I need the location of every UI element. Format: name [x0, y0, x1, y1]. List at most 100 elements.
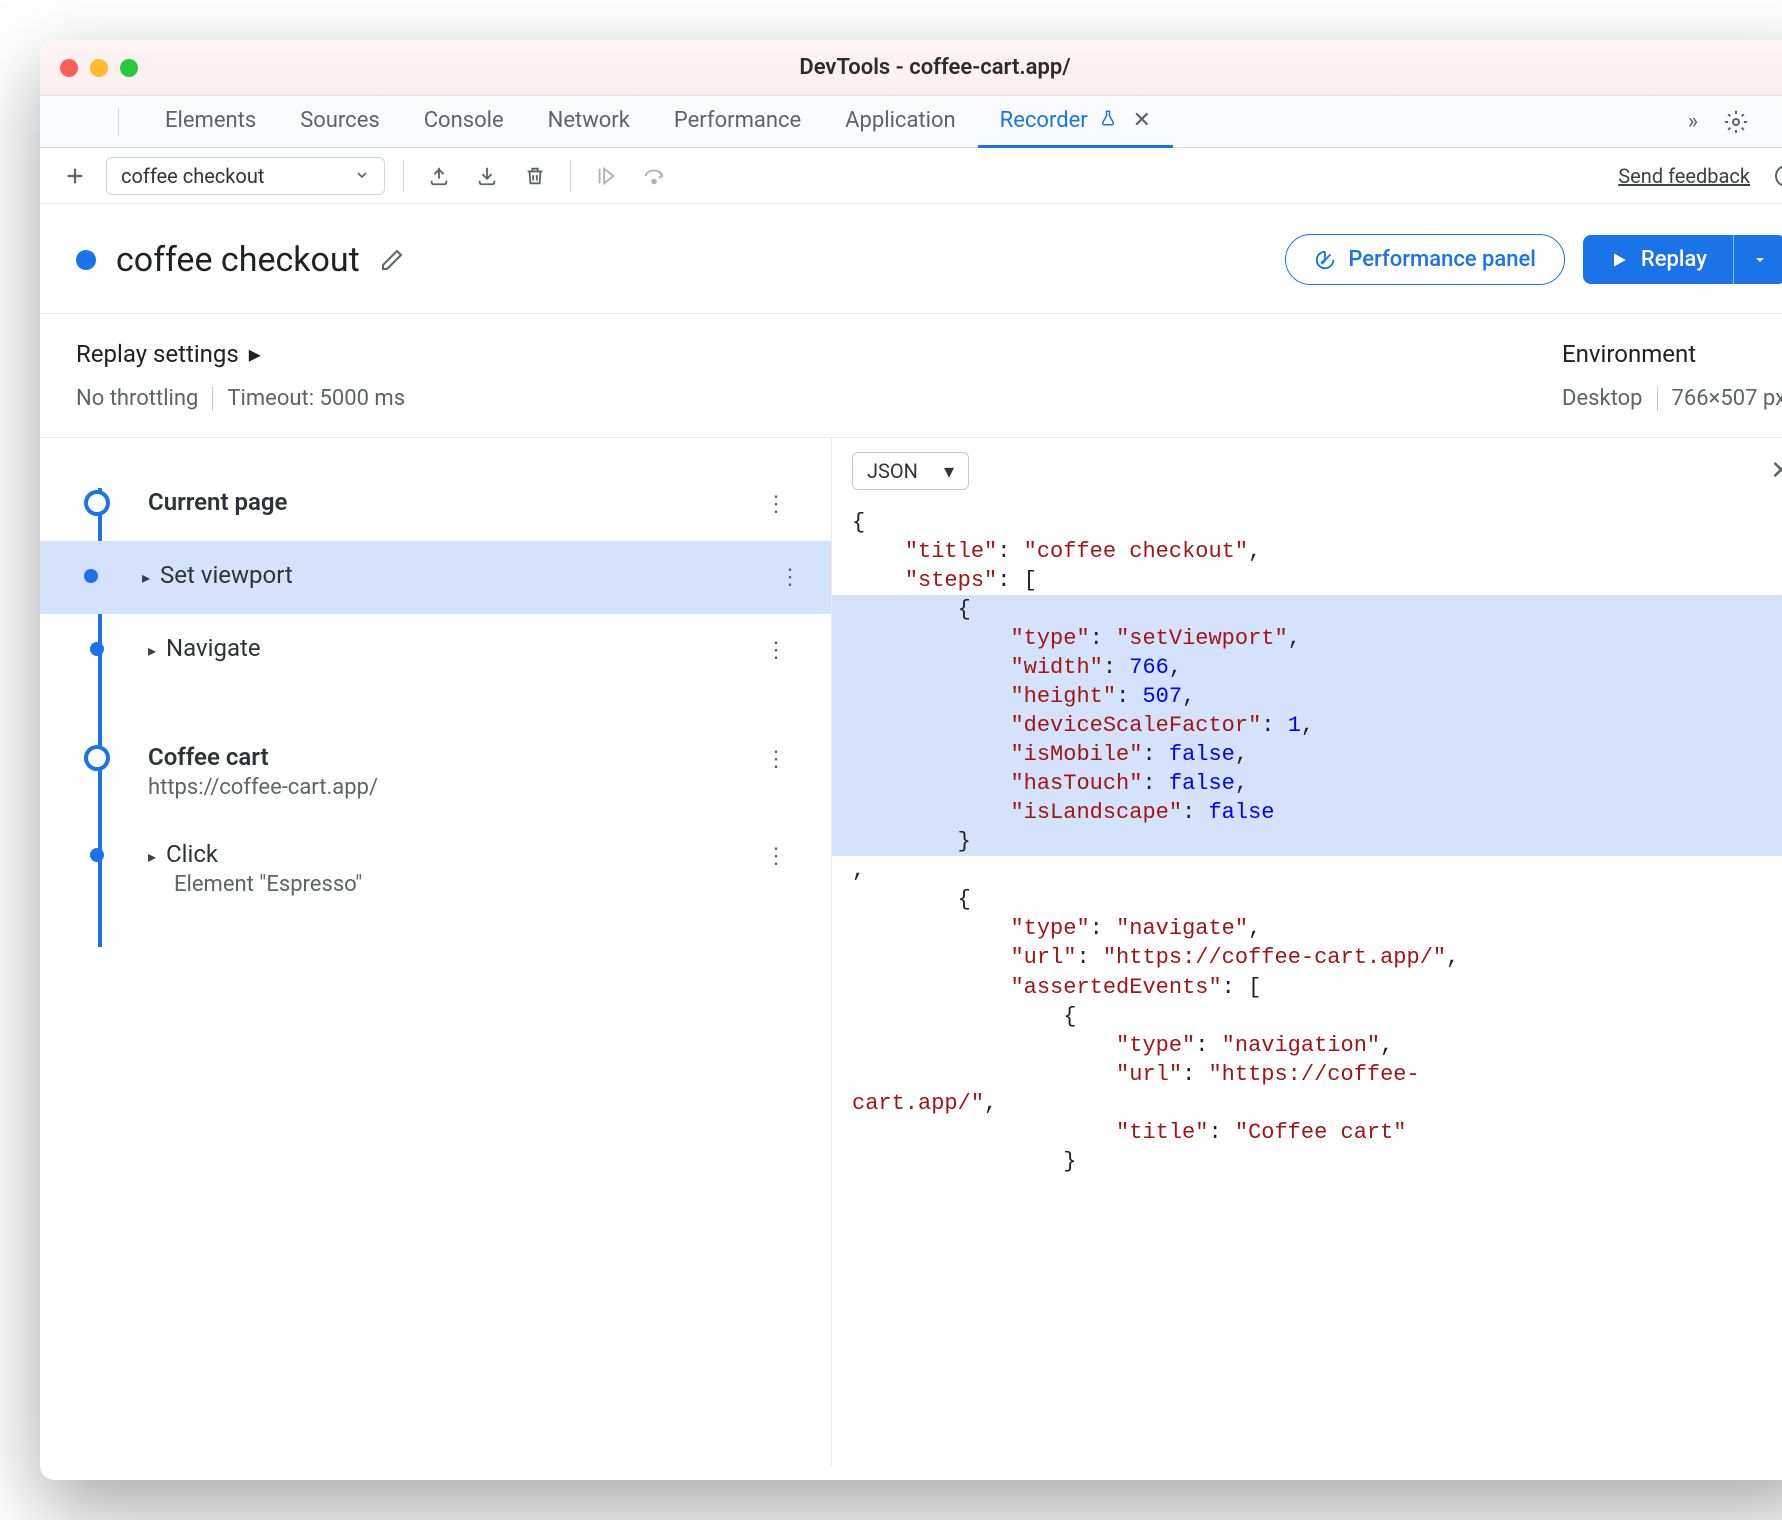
chevron-right-icon: ▸ [142, 568, 150, 587]
titlebar: DevTools - coffee-cart.app/ [40, 40, 1782, 96]
code-token: "hasTouch" [1010, 771, 1142, 796]
code-token: cart.app/" [852, 1091, 984, 1116]
code-token: "setViewport" [1116, 626, 1288, 651]
code-token: "isMobile" [1010, 742, 1142, 767]
code-token: "url" [1010, 945, 1076, 970]
main-panel: Current page ⋮ ▸ Set viewport ⋮ ▸ Navigate [40, 438, 1782, 1466]
step-title: Coffee cart [148, 743, 755, 771]
tab-elements[interactable]: Elements [143, 96, 278, 148]
code-pane[interactable]: JSON ▾ ✕ { "title": "coffee checkout", "… [832, 438, 1782, 1466]
tab-bar: Elements Sources Console Network Perform… [40, 96, 1782, 148]
tab-network[interactable]: Network [526, 96, 652, 148]
inspect-icon[interactable] [58, 116, 70, 128]
step-marker-icon [84, 490, 110, 516]
step-menu-icon[interactable]: ⋮ [755, 488, 797, 521]
step-over-icon[interactable] [637, 159, 671, 193]
code-token: "https://coffee- [1208, 1062, 1419, 1087]
step-marker-icon [84, 569, 98, 583]
import-icon[interactable] [470, 159, 504, 193]
steps-pane[interactable]: Current page ⋮ ▸ Set viewport ⋮ ▸ Navigate [40, 438, 832, 1466]
settings-icon[interactable] [1718, 104, 1754, 140]
step-marker-icon [90, 848, 104, 862]
code-token: "type" [1116, 1033, 1195, 1058]
step-title: Set viewport [160, 561, 293, 589]
tab-console[interactable]: Console [402, 96, 526, 148]
code-token: "deviceScaleFactor" [1010, 713, 1261, 738]
code-token: false [1169, 771, 1235, 796]
performance-panel-button[interactable]: Performance panel [1285, 234, 1565, 285]
step-navigate[interactable]: ▸Navigate ⋮ [84, 614, 811, 687]
step-title: Current page [148, 488, 755, 516]
code-token: "https://coffee-cart.app/" [1103, 945, 1446, 970]
code-token: "url" [1116, 1062, 1182, 1087]
code-body: { "title": "coffee checkout", "steps": [… [832, 504, 1782, 1206]
step-play-icon[interactable] [589, 159, 623, 193]
divider [118, 108, 119, 136]
more-tabs-icon[interactable]: » [1682, 103, 1704, 140]
code-token: 766 [1129, 655, 1169, 680]
code-token: 507 [1142, 684, 1182, 709]
tab-recorder[interactable]: Recorder ✕ [978, 96, 1173, 148]
env-device: Desktop [1562, 386, 1643, 411]
send-feedback-link[interactable]: Send feedback [1618, 164, 1750, 188]
code-token: "Coffee cart" [1235, 1120, 1407, 1145]
step-set-viewport[interactable]: ▸ Set viewport ⋮ [40, 541, 831, 614]
delete-icon[interactable] [518, 159, 552, 193]
chevron-down-icon: ▾ [944, 459, 954, 483]
chevron-down-icon [354, 164, 370, 188]
recording-dot-icon [76, 250, 96, 270]
export-icon[interactable] [422, 159, 456, 193]
step-menu-icon[interactable]: ⋮ [769, 561, 811, 594]
format-select-value: JSON [867, 459, 918, 483]
environment-label: Environment [1562, 340, 1782, 368]
step-current-page[interactable]: Current page ⋮ [84, 468, 811, 541]
step-title: Navigate [166, 634, 261, 662]
replay-dropdown[interactable] [1733, 235, 1782, 284]
code-token: "assertedEvents" [1010, 975, 1221, 1000]
tab-sources[interactable]: Sources [278, 96, 402, 148]
code-token: false [1169, 742, 1235, 767]
performance-panel-label: Performance panel [1348, 247, 1536, 272]
code-token: "type" [1010, 626, 1089, 651]
step-menu-icon[interactable]: ⋮ [755, 840, 797, 873]
recording-select-value: coffee checkout [121, 164, 264, 188]
code-token: "type" [1010, 916, 1089, 941]
code-token: "navigate" [1116, 916, 1248, 941]
throttling-value: No throttling [76, 386, 198, 411]
step-subtitle: https://coffee-cart.app/ [148, 775, 755, 800]
new-recording-icon[interactable] [58, 159, 92, 193]
format-select[interactable]: JSON ▾ [852, 452, 969, 490]
tab-performance[interactable]: Performance [652, 96, 823, 148]
step-menu-icon[interactable]: ⋮ [755, 743, 797, 776]
replay-button[interactable]: Replay [1583, 235, 1782, 284]
close-code-icon[interactable]: ✕ [1760, 452, 1782, 490]
settings-section: Replay settings ▸ No throttling Timeout:… [40, 314, 1782, 438]
step-click-espresso[interactable]: ▸Click Element "Espresso" ⋮ [84, 820, 811, 917]
recording-select[interactable]: coffee checkout [106, 157, 385, 195]
step-coffee-cart[interactable]: Coffee cart https://coffee-cart.app/ ⋮ [84, 723, 811, 820]
code-token: 1 [1288, 713, 1301, 738]
flask-icon [1099, 108, 1122, 133]
code-token: "height" [1010, 684, 1116, 709]
edit-title-icon[interactable] [374, 242, 410, 278]
kebab-icon[interactable]: ⋮ [1768, 102, 1782, 142]
chevron-right-icon: ▸ [249, 340, 261, 368]
device-toggle-icon[interactable] [88, 116, 100, 128]
replay-settings-toggle[interactable]: Replay settings ▸ [76, 340, 405, 368]
tab-close-icon[interactable]: ✕ [1133, 108, 1151, 133]
timeout-value: Timeout: 5000 ms [227, 386, 405, 411]
devtools-window: DevTools - coffee-cart.app/ Elements Sou… [40, 40, 1782, 1480]
env-size: 766×507 px [1672, 386, 1782, 411]
help-icon[interactable] [1768, 158, 1782, 194]
step-marker-icon [90, 642, 104, 656]
code-token: false [1208, 800, 1274, 825]
step-subtitle: Element "Espresso" [174, 872, 755, 897]
window-title: DevTools - coffee-cart.app/ [68, 55, 1782, 80]
code-token: "width" [1010, 655, 1102, 680]
tab-application[interactable]: Application [823, 96, 977, 148]
replay-settings-label: Replay settings [76, 340, 239, 368]
divider [403, 160, 404, 192]
code-token: "title" [905, 539, 997, 564]
code-token: "navigation" [1222, 1033, 1380, 1058]
step-menu-icon[interactable]: ⋮ [755, 634, 797, 667]
